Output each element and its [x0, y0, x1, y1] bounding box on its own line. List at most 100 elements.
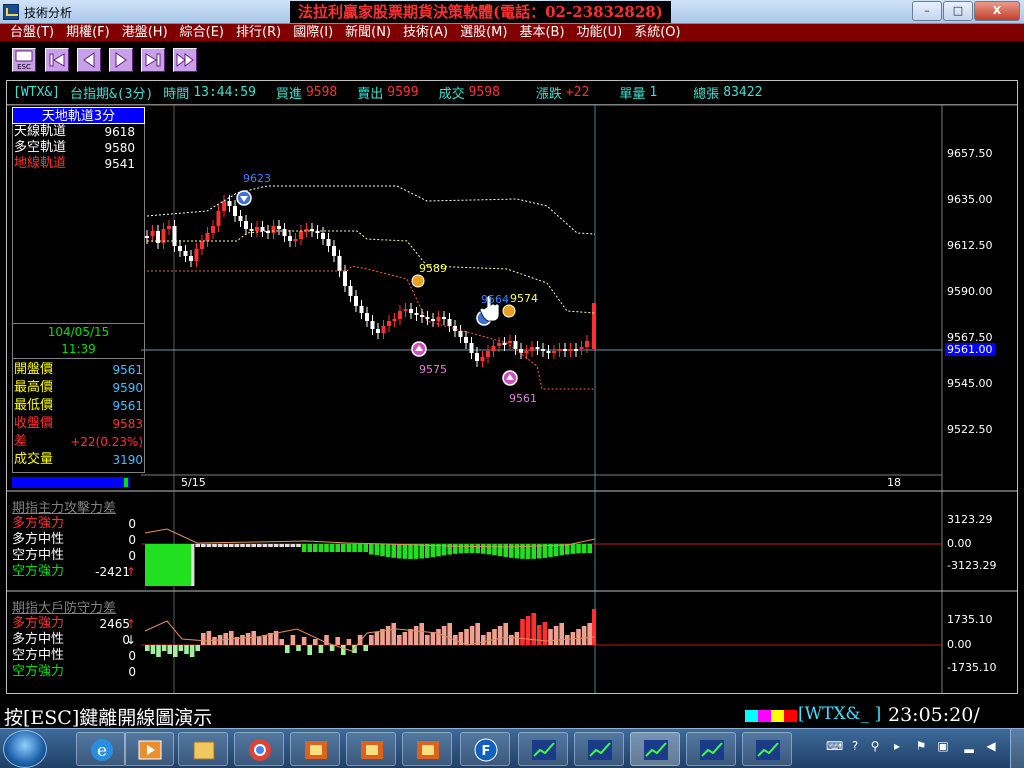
first-button[interactable] [45, 48, 69, 72]
signal-icon[interactable]: ▂ [962, 739, 976, 753]
ohlc-value: 9583 [112, 417, 143, 431]
prev-button[interactable] [77, 48, 101, 72]
candle-body [464, 337, 468, 343]
sub2-bar [464, 629, 469, 645]
sub2-bar [581, 626, 587, 645]
fast-forward-button[interactable] [173, 48, 197, 72]
sub1-bar [352, 544, 357, 552]
sub2-bar [592, 609, 596, 645]
sub2-bar [145, 645, 150, 651]
last-button[interactable] [141, 48, 165, 72]
menu-item-futures[interactable]: 期權(F) [60, 24, 116, 41]
sub1-bar [509, 544, 514, 558]
chart-taskbar-icon[interactable] [518, 732, 568, 766]
ie-taskbar-icon[interactable]: e [76, 732, 126, 766]
candle-body [244, 221, 248, 229]
candle-body [205, 233, 210, 241]
next-button[interactable] [109, 48, 133, 72]
indicator-row: 地線軌道 9541 [12, 156, 145, 172]
sub2-bar [369, 635, 374, 645]
keyboard-icon[interactable]: ⌨ [826, 739, 843, 753]
chart-canvas[interactable]: 9623 9589 9564 9574 9575 9561 [7, 81, 1017, 693]
sub2-arrow-icon: ↓ [125, 633, 136, 647]
arrow-icon[interactable]: ▸ [890, 739, 904, 753]
candle-body [420, 315, 424, 317]
sub1-bar [234, 544, 240, 547]
sub2-bar [587, 623, 592, 645]
help-icon[interactable]: ? [848, 739, 862, 753]
chart-taskbar-icon[interactable] [686, 732, 736, 766]
menu-item-basic[interactable]: 基本(B) [513, 24, 570, 41]
app-taskbar-icon[interactable] [402, 732, 452, 766]
candles-group [145, 195, 596, 367]
close-button[interactable]: X [974, 1, 1020, 21]
sub2-bar [150, 645, 156, 654]
chart-taskbar-icon-active[interactable] [630, 732, 680, 766]
price-tick: 9545.00 [947, 377, 993, 390]
ohlc-value: +22(0.23%) [70, 435, 143, 449]
sub2-bar [206, 631, 212, 645]
menu-item-tai[interactable]: 台盤(T) [4, 24, 60, 41]
sub2-bar [565, 635, 570, 645]
show-desktop-button[interactable] [1010, 729, 1024, 768]
status-bar: 按[ESC]鍵離開線圖演示 [WTX&_ ] 23:05:20/ [0, 702, 1024, 729]
app-window: 技術分析 法拉利贏家股票期貨決策軟體(電話：02-23832828) – □ X… [0, 0, 1024, 768]
start-button[interactable] [3, 730, 47, 768]
sub2-bar [245, 633, 251, 645]
esc-button[interactable]: ESC [12, 48, 36, 72]
sub1-bar [408, 544, 413, 559]
candle-body [150, 231, 155, 236]
app-taskbar-icon[interactable] [346, 732, 396, 766]
sub1-bar [413, 544, 419, 559]
network-status-icon[interactable]: ⚲ [868, 739, 882, 753]
chart-taskbar-icon[interactable] [574, 732, 624, 766]
menu-item-hk[interactable]: 港盤(H) [116, 24, 174, 41]
menu-item-system[interactable]: 系統(O) [628, 24, 686, 41]
sub2-bar [559, 623, 564, 645]
candle-body [321, 233, 325, 239]
minimize-button[interactable]: – [912, 1, 942, 21]
candle-body [480, 357, 485, 361]
sub2-bar [469, 626, 475, 645]
menu-item-general[interactable]: 綜合(E) [174, 24, 230, 41]
indicator-value: 9580 [104, 141, 135, 155]
sub1-bar [257, 544, 262, 547]
candle-body [343, 271, 347, 286]
candle-body [502, 343, 507, 345]
media-taskbar-icon[interactable] [124, 732, 174, 766]
sub1-bar [145, 544, 191, 586]
candle-body [574, 349, 578, 351]
candle-body [216, 211, 221, 226]
app-taskbar-icon[interactable] [290, 732, 340, 766]
sub1-bar [391, 544, 396, 558]
menu-item-screener[interactable]: 選股(M) [454, 24, 513, 41]
candle-body [260, 227, 265, 231]
price-tick: 9612.50 [947, 239, 993, 252]
menu-item-tech[interactable]: 技術(A) [397, 24, 454, 41]
menu-item-news[interactable]: 新聞(N) [339, 24, 397, 41]
menu-item-function[interactable]: 功能(U) [571, 24, 629, 41]
maximize-button[interactable]: □ [943, 1, 973, 21]
candle-body [189, 256, 193, 261]
device-icon[interactable]: ▣ [936, 739, 950, 753]
bands-group [146, 185, 596, 390]
candle-body [563, 349, 567, 351]
price-tick: 9657.50 [947, 147, 993, 160]
indicator-title: 天地軌道3分 [12, 107, 145, 124]
sub2-row: 空方強力 0 [12, 664, 140, 680]
menu-item-ranking[interactable]: 排行(R) [230, 24, 287, 41]
folder-taskbar-icon[interactable] [178, 732, 228, 766]
volume-icon[interactable]: ◀ [984, 739, 998, 753]
sub2-bar [391, 623, 396, 645]
chrome-taskbar-icon[interactable] [234, 732, 284, 766]
sub2-bar [374, 632, 380, 645]
menu-item-intl[interactable]: 國際(I) [287, 24, 339, 41]
indicator-label: 多空軌道 [14, 140, 67, 155]
chart-app-icon [3, 4, 19, 20]
ohlc-panel: 開盤價 9561 最高價 9590 最低價 9561 收盤價 9583 差 +22(0.2… [12, 361, 145, 469]
window-title: 技術分析 [24, 6, 73, 20]
ferrari-taskbar-icon[interactable]: F [460, 732, 510, 766]
chart-taskbar-icon[interactable] [742, 732, 792, 766]
flag-icon[interactable]: ⚑ [914, 739, 928, 753]
sub1-bar [380, 544, 385, 557]
